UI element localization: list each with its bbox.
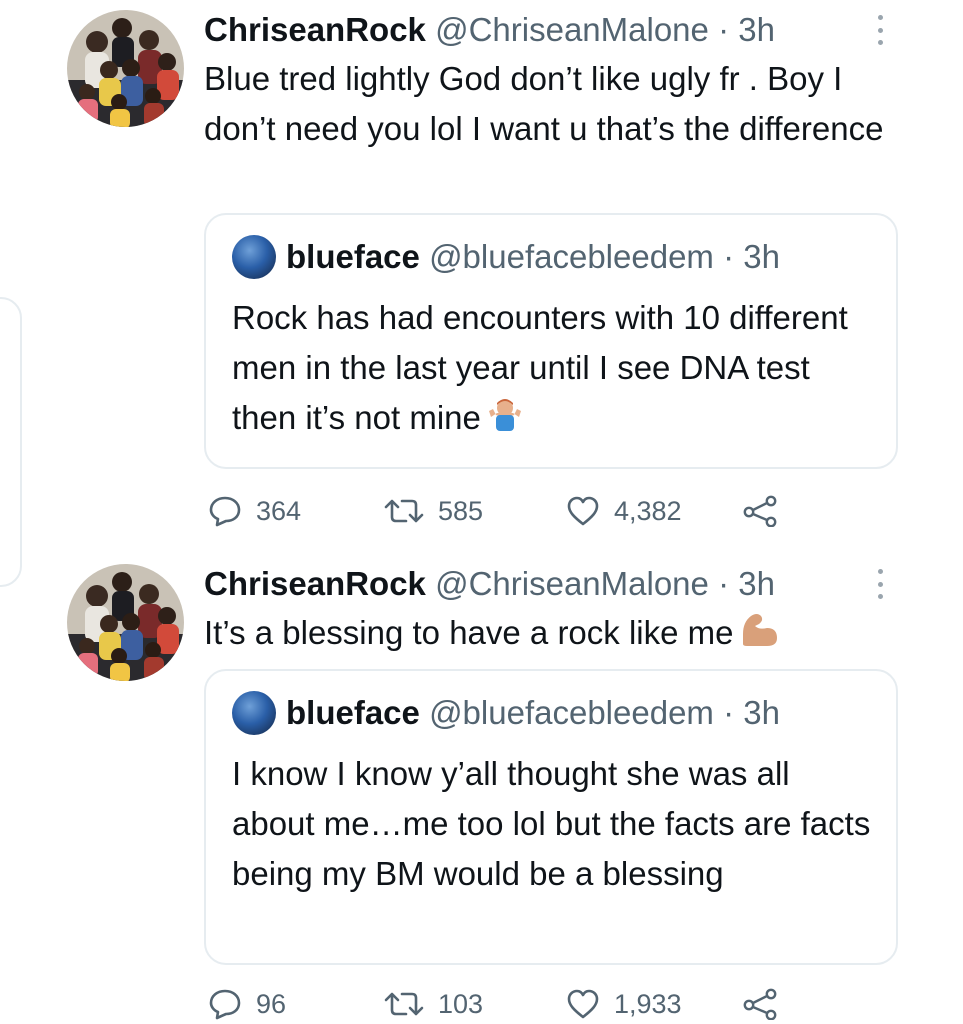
retweet-count: 585	[438, 495, 484, 526]
more-options-icon[interactable]	[873, 15, 887, 45]
separator-dot: ·	[718, 565, 730, 602]
quoted-author-handle: @bluefacebleedem	[429, 238, 714, 275]
separator-dot: ·	[723, 238, 735, 275]
timestamp[interactable]: 3h	[738, 565, 775, 602]
tweet-header: ChriseanRock @ChriseanMalone · 3h	[204, 564, 893, 604]
flexed-biceps-emoji	[737, 612, 781, 662]
quoted-author-name: blueface	[286, 694, 420, 731]
separator-dot: ·	[723, 694, 735, 731]
quoted-tweet[interactable]: blueface @bluefacebleedem · 3h Rock has …	[204, 213, 898, 469]
author-handle[interactable]: @ChriseanMalone	[435, 565, 709, 602]
retweet-button[interactable]: 103	[384, 984, 483, 1024]
reply-button[interactable]: 364	[208, 491, 301, 531]
man-shrugging-emoji	[485, 397, 525, 447]
quoted-tweet-text: I know I know y’all thought she was all …	[232, 755, 871, 892]
reply-icon	[209, 496, 241, 527]
quoted-author-name: blueface	[286, 238, 420, 275]
share-icon	[743, 495, 777, 527]
reply-count: 96	[256, 988, 287, 1019]
heart-icon	[567, 496, 599, 526]
author-name[interactable]: ChriseanRock	[204, 565, 426, 602]
more-options-icon[interactable]	[873, 569, 887, 599]
quoted-author-handle: @bluefacebleedem	[429, 694, 714, 731]
quoted-timestamp: 3h	[743, 238, 780, 275]
reply-icon	[209, 989, 241, 1020]
quoted-tweet-header: blueface @bluefacebleedem · 3h	[232, 235, 780, 279]
share-button[interactable]	[742, 491, 792, 531]
timestamp[interactable]: 3h	[738, 11, 775, 48]
action-bar: 364 585 4,382	[0, 491, 963, 531]
quoted-avatar[interactable]	[232, 691, 276, 735]
tweet-header: ChriseanRock @ChriseanMalone · 3h	[204, 10, 893, 50]
separator-dot: ·	[718, 11, 730, 48]
action-bar: 96 103 1,933	[0, 984, 963, 1024]
quoted-avatar[interactable]	[232, 235, 276, 279]
quoted-timestamp: 3h	[743, 694, 780, 731]
quoted-tweet-text-wrap: Rock has had encounters with 10 differen…	[232, 293, 872, 447]
reply-count: 364	[256, 495, 302, 526]
share-icon	[743, 988, 777, 1020]
retweet-icon	[384, 499, 424, 523]
retweet-icon	[384, 992, 424, 1016]
avatar[interactable]	[67, 10, 184, 127]
like-count: 4,382	[614, 495, 682, 526]
avatar[interactable]	[67, 564, 184, 681]
share-button[interactable]	[742, 984, 792, 1024]
tweet[interactable]: ChriseanRock @ChriseanMalone · 3h Blue t…	[0, 0, 963, 560]
tweet-text-wrap: It’s a blessing to have a rock like me	[204, 608, 894, 662]
like-button[interactable]: 4,382	[566, 491, 682, 531]
retweet-button[interactable]: 585	[384, 491, 483, 531]
author-handle[interactable]: @ChriseanMalone	[435, 11, 709, 48]
quoted-tweet-text: Rock has had encounters with 10 differen…	[232, 299, 848, 436]
like-button[interactable]: 1,933	[566, 984, 682, 1024]
quoted-tweet-header: blueface @bluefacebleedem · 3h	[232, 691, 780, 735]
heart-icon	[567, 989, 599, 1019]
quoted-tweet[interactable]: blueface @bluefacebleedem · 3h I know I …	[204, 669, 898, 965]
author-name[interactable]: ChriseanRock	[204, 11, 426, 48]
tweet-text: Blue tred lightly God don’t like ugly fr…	[204, 60, 884, 147]
retweet-count: 103	[438, 988, 484, 1019]
reply-button[interactable]: 96	[208, 984, 286, 1024]
like-count: 1,933	[614, 988, 682, 1019]
tweet[interactable]: ChriseanRock @ChriseanMalone · 3h It’s a…	[0, 560, 963, 1024]
tweet-text: It’s a blessing to have a rock like me	[204, 614, 734, 651]
